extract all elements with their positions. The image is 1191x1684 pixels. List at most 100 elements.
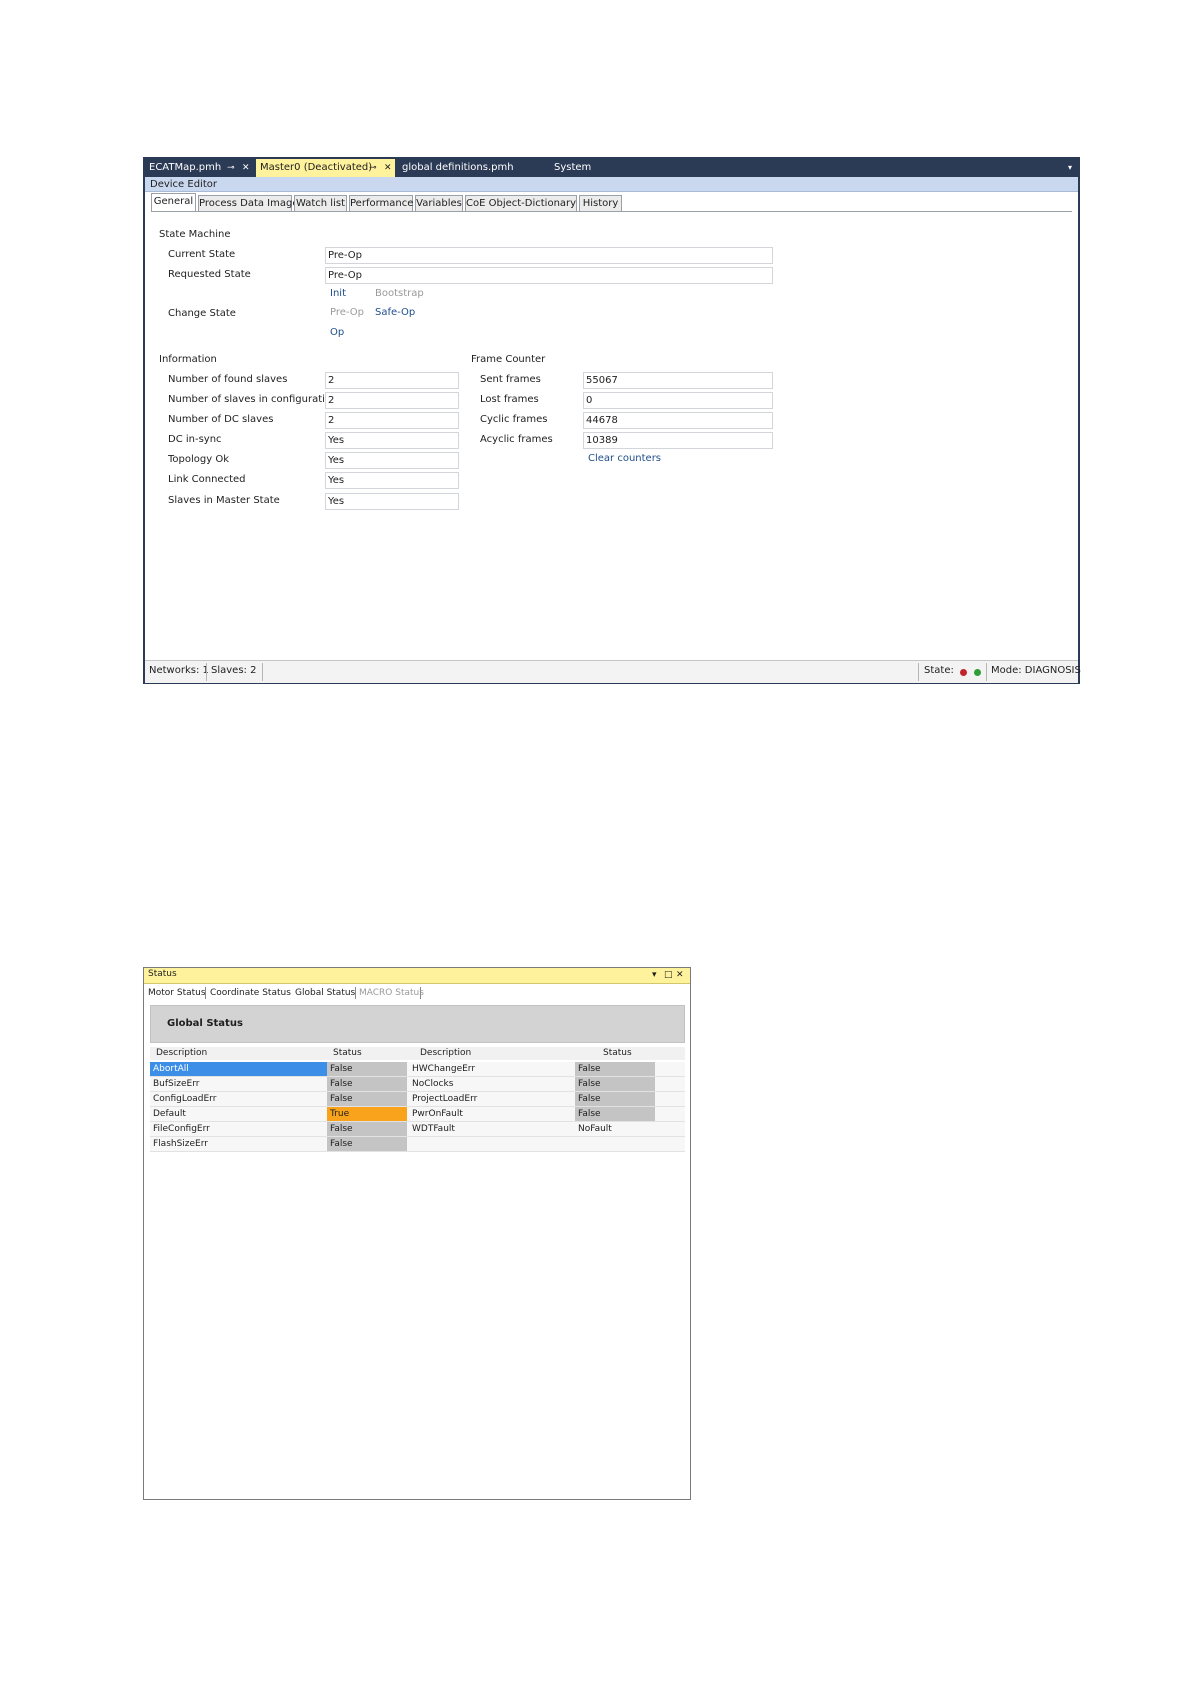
status-table-header: Description Status Description Status [150,1047,685,1060]
pin-icon[interactable]: ⊸ [369,159,377,177]
device-editor-window: ECATMap.pmh ⊸ ✕ Master0 (Deactivated) ⊸ … [143,157,1081,684]
tab-separator [355,987,356,999]
status-cell: False [327,1137,407,1151]
link-connected-label: Link Connected [168,474,246,485]
status-cell: False [575,1092,655,1106]
description-cell: WDTFault [412,1124,455,1134]
dc-slaves-field: 2 [325,412,459,429]
doc-tab-label: ECATMap.pmh [149,162,222,173]
table-row[interactable]: BufSizeErr False NoClocks False [150,1077,685,1092]
status-separator [986,663,987,681]
table-row[interactable]: ConfigLoadErr False ProjectLoadErr False [150,1092,685,1107]
pin-icon[interactable]: ⊸ [227,159,235,177]
found-slaves-field: 2 [325,372,459,389]
acyclic-frames-field: 10389 [583,432,773,449]
status-cell: False [327,1092,407,1106]
tab-coordinate-status[interactable]: Coordinate Status [210,985,291,1001]
close-icon[interactable]: ✕ [242,159,250,177]
networks-count: Networks: 1 [149,665,209,676]
device-editor-header: Device Editor [145,177,1078,192]
tab-macro-status[interactable]: MACRO Status [359,985,424,1001]
description-cell: AbortAll [150,1062,327,1076]
doc-tab-ecatmap[interactable]: ECATMap.pmh ⊸ ✕ [145,159,253,177]
status-cell: False [327,1062,407,1076]
information-heading: Information [159,354,217,365]
slaves-in-master-state-label: Slaves in Master State [168,495,280,506]
tab-motor-status[interactable]: Motor Status [148,985,206,1001]
sent-frames-field: 55067 [583,372,773,389]
doc-tab-global-definitions[interactable]: global definitions.pmh [398,159,538,177]
status-cell: False [327,1122,407,1136]
slaves-count: Slaves: 2 [211,665,257,676]
found-slaves-label: Number of found slaves [168,374,288,385]
description-cell: Default [153,1109,186,1119]
safe-op-button[interactable]: Safe-Op [375,307,415,318]
table-row[interactable]: Default True PwrOnFault False [150,1107,685,1122]
current-state-field: Pre-Op [325,247,773,264]
status-window-title: Status [148,969,177,979]
description-cell: NoClocks [412,1079,454,1089]
status-cell: False [575,1107,655,1121]
doc-tab-label: global definitions.pmh [402,162,514,173]
change-state-label: Change State [168,308,236,319]
current-state-label: Current State [168,249,236,260]
tab-underline [151,211,1072,212]
requested-state-field: Pre-Op [325,267,773,284]
sent-frames-label: Sent frames [480,374,541,385]
restore-icon[interactable]: □ [664,968,673,983]
doc-tab-master0[interactable]: Master0 (Deactivated) ⊸ ✕ [256,159,395,177]
cyclic-frames-label: Cyclic frames [480,414,548,425]
description-cell: BufSizeErr [153,1079,200,1089]
state-green-led-icon [974,669,981,676]
table-row[interactable]: AbortAll False HWChangeErr False [150,1062,685,1077]
tab-variables[interactable]: Variables [415,195,463,212]
description-cell: ProjectLoadErr [412,1094,478,1104]
status-window: Status ▾ □ ✕ Motor Status Coordinate Sta… [143,967,691,1500]
status-cell: False [327,1077,407,1091]
lost-frames-field: 0 [583,392,773,409]
table-row[interactable]: FlashSizeErr False [150,1137,685,1152]
table-row[interactable]: FileConfigErr False WDTFault NoFault [150,1122,685,1137]
pre-op-button[interactable]: Pre-Op [330,307,364,318]
state-label: State: [924,665,954,676]
doc-tab-system[interactable]: System [550,159,610,177]
tab-list-dropdown-icon[interactable]: ▾ [1068,159,1072,177]
init-button[interactable]: Init [330,288,346,299]
cyclic-frames-field: 44678 [583,412,773,429]
tab-history[interactable]: History [579,195,622,212]
tab-separator [420,987,421,999]
dc-slaves-label: Number of DC slaves [168,414,274,425]
column-header-status: Status [333,1048,362,1058]
tab-general[interactable]: General [151,193,196,212]
column-header-status: Status [603,1048,632,1058]
bootstrap-button[interactable]: Bootstrap [375,288,424,299]
tab-process-data-image[interactable]: Process Data Image [198,195,299,212]
acyclic-frames-label: Acyclic frames [480,434,553,445]
status-bar: Networks: 1 Slaves: 2 State: Mode: DIAGN… [145,660,1081,683]
state-red-led-icon [960,669,967,676]
status-separator [918,663,919,681]
status-cell: NoFault [578,1124,612,1134]
tab-global-status[interactable]: Global Status [295,985,355,1001]
topology-ok-label: Topology Ok [168,454,229,465]
clear-counters-button[interactable]: Clear counters [588,453,661,464]
dc-in-sync-label: DC in-sync [168,434,222,445]
description-cell: HWChangeErr [412,1064,476,1074]
status-cell: True [327,1107,407,1121]
document-tab-bar: ECATMap.pmh ⊸ ✕ Master0 (Deactivated) ⊸ … [145,159,1078,177]
tab-coe-object-dictionary[interactable]: CoE Object-Dictionary [465,195,577,212]
lost-frames-label: Lost frames [480,394,539,405]
slaves-in-master-state-field: Yes [325,493,459,510]
status-separator [262,663,263,681]
status-cell: False [575,1077,655,1091]
op-button[interactable]: Op [330,327,344,338]
tab-performance[interactable]: Performance [349,195,413,212]
window-menu-dropdown-icon[interactable]: ▾ [652,968,657,983]
doc-tab-label: System [554,162,592,173]
close-icon[interactable]: ✕ [676,968,684,983]
close-icon[interactable]: ✕ [384,159,392,177]
frame-counter-heading: Frame Counter [471,354,546,365]
link-connected-field: Yes [325,472,459,489]
column-header-description: Description [420,1048,472,1058]
tab-watch-list[interactable]: Watch list [294,195,347,212]
